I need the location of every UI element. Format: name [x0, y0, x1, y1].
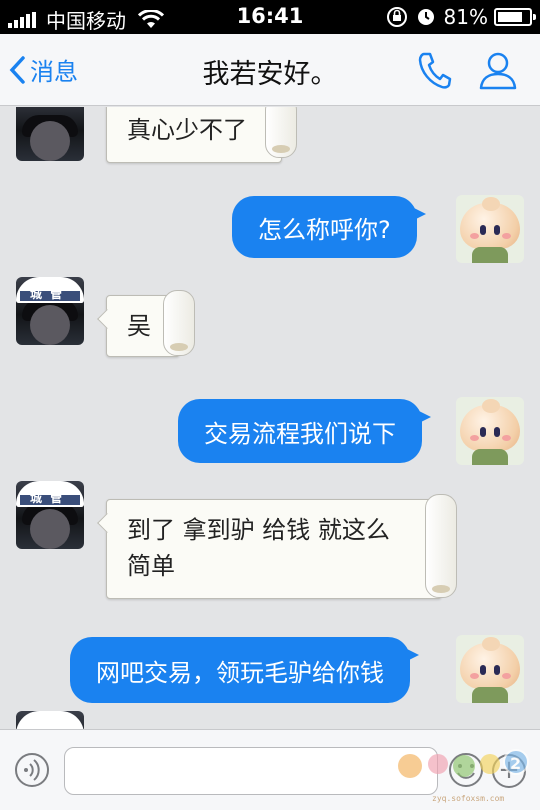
battery-percent: 81% — [443, 5, 488, 29]
watermark-logo: 2 — [398, 749, 529, 778]
site-watermark: 2 zyq.sofoxsm.com — [392, 742, 532, 803]
watermark-url: zyq.sofoxsm.com — [432, 794, 505, 803]
message-received[interactable]: 到了 拿到驴 给钱 就这么 简单 — [97, 494, 457, 599]
contact-icon[interactable] — [478, 50, 518, 90]
status-right: 81% — [386, 5, 536, 29]
avatar-badge: 城管 — [29, 491, 70, 505]
rotation-lock-icon — [386, 7, 407, 27]
contact-avatar[interactable] — [16, 711, 84, 729]
message-sent[interactable]: 网吧交易，领玩毛驴给你钱 — [70, 637, 419, 703]
message-sent[interactable]: 交易流程我们说下 — [178, 399, 431, 463]
svg-text:2: 2 — [510, 754, 521, 773]
message-text: 吴 — [127, 312, 151, 340]
message-received[interactable]: 吴 — [97, 290, 195, 357]
status-bar: 中国移动 16:41 81% — [0, 0, 540, 34]
message-text-line-2: 简单 — [127, 552, 175, 580]
my-avatar[interactable] — [456, 635, 524, 703]
avatar-badge: 城管 — [29, 287, 70, 301]
contact-avatar[interactable] — [16, 107, 84, 161]
message-text: 网吧交易，领玩毛驴给你钱 — [96, 658, 384, 687]
contact-avatar[interactable]: 城管 — [16, 481, 84, 549]
message-sent[interactable]: 怎么称呼你? — [232, 196, 426, 258]
alarm-icon — [417, 9, 434, 25]
contact-avatar[interactable]: 城管 — [16, 277, 84, 345]
my-avatar[interactable] — [456, 195, 524, 263]
page-title: 我若安好。 — [202, 59, 338, 90]
message-input[interactable] — [64, 747, 438, 795]
battery-icon — [494, 8, 536, 26]
message-received[interactable]: 真心少不了 — [106, 107, 297, 163]
voice-icon[interactable] — [14, 752, 50, 788]
my-avatar[interactable] — [456, 397, 524, 465]
chat-area[interactable]: 真心少不了 怎么称呼你? 城管 吴 交易流程我们说下 城管 到了 拿到驴 给钱 … — [0, 107, 540, 729]
nav-bar: 消息 我若安好。 — [0, 34, 540, 106]
message-text: 交易流程我们说下 — [204, 419, 396, 448]
phone-icon[interactable] — [416, 50, 452, 90]
battery-fill — [498, 12, 523, 22]
message-text: 怎么称呼你? — [258, 215, 391, 244]
message-text-line-1: 到了 拿到驴 给钱 就这么 — [127, 516, 390, 544]
message-text: 真心少不了 — [127, 116, 247, 144]
